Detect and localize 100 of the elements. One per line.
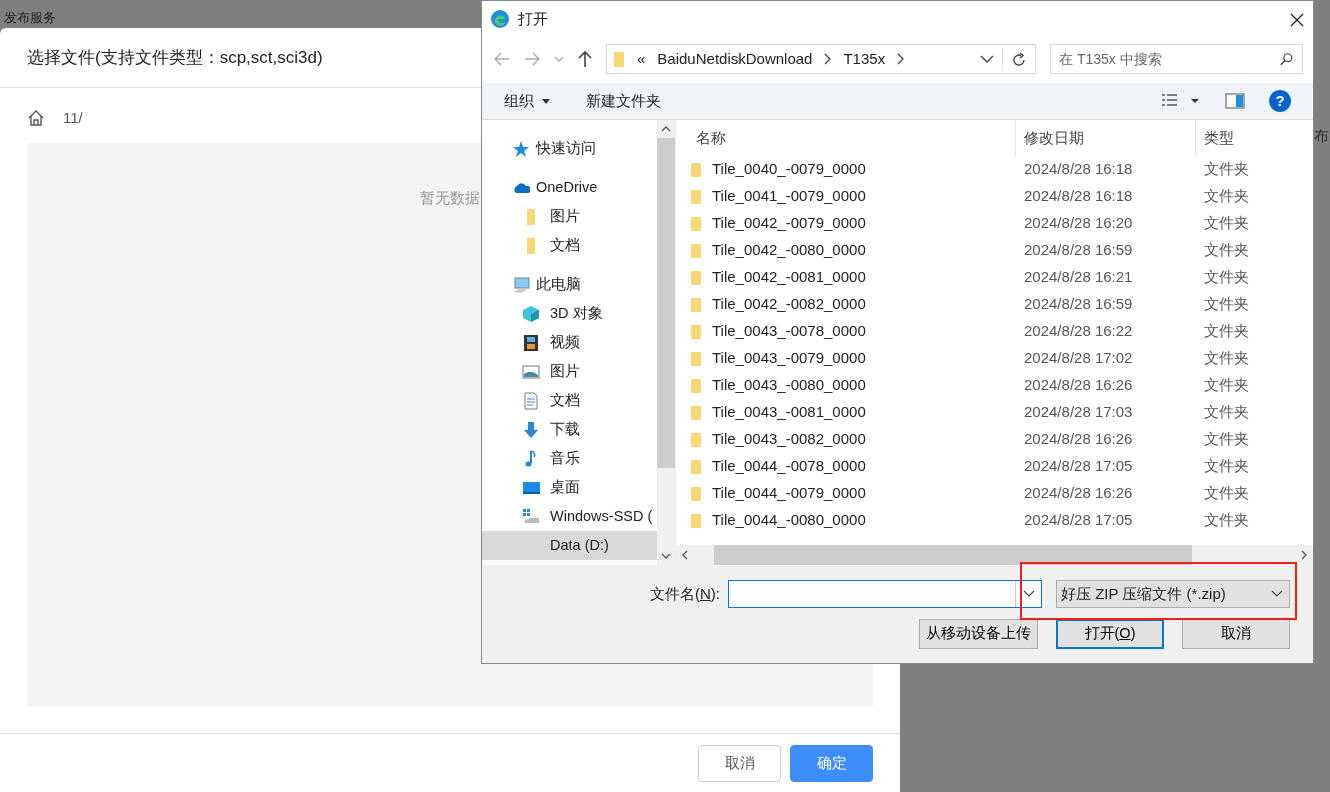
- file-name[interactable]: Tile_0044_-0079_0000: [712, 482, 866, 505]
- modified-date: 2024/8/28 16:26: [1023, 375, 1134, 396]
- dropdown-icon: [1271, 590, 1283, 598]
- scroll-right-icon: [1301, 550, 1307, 560]
- file-name[interactable]: Tile_0040_-0079_0000: [712, 158, 866, 181]
- view-options-icon: [1161, 93, 1201, 109]
- forward-arrow-icon: [524, 52, 540, 66]
- breadcrumb-path[interactable]: 11/: [63, 106, 83, 130]
- folder-icon: [690, 404, 702, 421]
- file-name[interactable]: Tile_0044_-0078_0000: [712, 455, 866, 478]
- cube-icon: [522, 304, 540, 323]
- file-type: 文件夹: [1203, 267, 1250, 288]
- folder-icon: [690, 323, 702, 340]
- file-name[interactable]: Tile_0043_-0082_0000: [712, 428, 866, 451]
- file-name[interactable]: Tile_0042_-0080_0000: [712, 239, 866, 262]
- file-name[interactable]: Tile_0043_-0080_0000: [712, 374, 866, 397]
- file-type: 文件夹: [1203, 348, 1250, 369]
- file-name[interactable]: Tile_0044_-0080_0000: [712, 509, 866, 532]
- nav-item[interactable]: 3D 对象: [482, 299, 657, 328]
- modified-date: 2024/8/28 17:05: [1023, 510, 1134, 531]
- file-name[interactable]: Tile_0042_-0079_0000: [712, 212, 866, 235]
- close-icon: [1289, 11, 1305, 28]
- column-header[interactable]: 类型: [1196, 120, 1313, 156]
- nav-item[interactable]: 桌面: [482, 473, 657, 502]
- horizontal-scrollbar[interactable]: [676, 545, 1313, 565]
- nav-item[interactable]: 下载: [482, 415, 657, 444]
- home-icon: [27, 109, 45, 127]
- nav-item[interactable]: OneDrive: [482, 173, 657, 202]
- modified-date: 2024/8/28 16:26: [1023, 429, 1134, 450]
- dropdown-icon: [1022, 590, 1035, 598]
- back-arrow-icon: [494, 52, 510, 66]
- nav-item[interactable]: 此电脑: [482, 270, 657, 299]
- dialog-title: 打开: [518, 8, 548, 29]
- scroll-down-icon: [661, 553, 671, 559]
- upload-from-device-button[interactable]: 从移动设备上传: [919, 619, 1038, 649]
- vertical-scrollbar[interactable]: [657, 120, 675, 565]
- nav-item[interactable]: 音乐: [482, 444, 657, 473]
- folder-icon: [690, 512, 702, 529]
- modified-date: 2024/8/28 16:18: [1023, 186, 1134, 207]
- dropdown-icon: [980, 54, 994, 64]
- path-segment[interactable]: BaiduNetdiskDownload: [657, 47, 813, 71]
- folder-icon: [613, 50, 625, 68]
- overflow-marker[interactable]: «: [637, 47, 646, 71]
- file-name[interactable]: Tile_0042_-0081_0000: [712, 266, 866, 289]
- modified-date: 2024/8/28 16:22: [1023, 321, 1134, 342]
- caret-icon: [542, 98, 550, 104]
- nav-item[interactable]: 图片: [482, 357, 657, 386]
- cancel-button[interactable]: 取消: [1182, 619, 1290, 649]
- file-name[interactable]: Tile_0043_-0078_0000: [712, 320, 866, 343]
- nav-item[interactable]: 文档: [482, 386, 657, 415]
- empty-message: 暂无数据: [420, 188, 480, 207]
- nav-item[interactable]: 快速访问: [482, 134, 657, 163]
- nav-item[interactable]: Data (D:): [482, 531, 657, 560]
- page-text: 布: [1314, 126, 1329, 146]
- nav-item[interactable]: 图片: [482, 202, 657, 231]
- path-segment[interactable]: T135x: [843, 47, 886, 71]
- dropdown-icon: [554, 56, 564, 62]
- file-type: 文件夹: [1203, 429, 1250, 450]
- folder-icon: [690, 485, 702, 502]
- folder-icon: [690, 350, 702, 367]
- up-arrow-icon: [578, 50, 592, 68]
- file-type: 文件夹: [1203, 186, 1250, 207]
- file-name[interactable]: Tile_0042_-0082_0000: [712, 293, 866, 316]
- modified-date: 2024/8/28 16:21: [1023, 267, 1134, 288]
- file-type: 文件夹: [1203, 483, 1250, 504]
- open-button[interactable]: 打开(O): [1056, 619, 1164, 649]
- nav-item[interactable]: 文档: [482, 231, 657, 260]
- modal-title: 选择文件(支持文件类型：scp,sct,sci3d): [27, 46, 323, 69]
- modified-date: 2024/8/28 17:02: [1023, 348, 1134, 369]
- folder-icon: [690, 458, 702, 475]
- file-name-field[interactable]: [728, 580, 1042, 608]
- file-name[interactable]: Tile_0041_-0079_0000: [712, 185, 866, 208]
- nav-item[interactable]: 视频: [482, 328, 657, 357]
- scroll-up-icon: [661, 126, 671, 132]
- modified-date: 2024/8/28 17:05: [1023, 456, 1134, 477]
- modified-date: 2024/8/28 16:59: [1023, 240, 1134, 261]
- organize-menu[interactable]: 组织: [504, 89, 550, 113]
- column-header[interactable]: 名称: [676, 120, 1016, 156]
- down-arrow-icon: [522, 420, 540, 439]
- document-icon: [522, 391, 540, 410]
- file-type: 文件夹: [1203, 294, 1250, 315]
- folder-icon: [690, 431, 702, 448]
- file-type-dropdown[interactable]: 好压 ZIP 压缩文件 (*.zip): [1056, 580, 1290, 608]
- refresh-icon: [1011, 51, 1027, 68]
- nav-item[interactable]: Windows-SSD (: [482, 502, 657, 531]
- preview-pane-icon: [1225, 93, 1245, 109]
- file-type: 文件夹: [1203, 456, 1250, 477]
- column-header[interactable]: 修改日期: [1016, 120, 1196, 156]
- file-name[interactable]: Tile_0043_-0079_0000: [712, 347, 866, 370]
- film-icon: [522, 333, 540, 352]
- new-folder-button[interactable]: 新建文件夹: [586, 89, 661, 113]
- file-type: 文件夹: [1203, 510, 1250, 531]
- folder-icon: [690, 296, 702, 313]
- chevron-icon: [824, 53, 832, 65]
- help-button[interactable]: ?: [1269, 90, 1291, 112]
- file-name[interactable]: Tile_0043_-0081_0000: [712, 401, 866, 424]
- file-name-label: 文件名(N):: [650, 583, 720, 604]
- cancel-button[interactable]: 取消: [698, 744, 781, 782]
- modified-date: 2024/8/28 16:26: [1023, 483, 1134, 504]
- address-bar[interactable]: « BaiduNetdiskDownload T135x: [606, 44, 1036, 74]
